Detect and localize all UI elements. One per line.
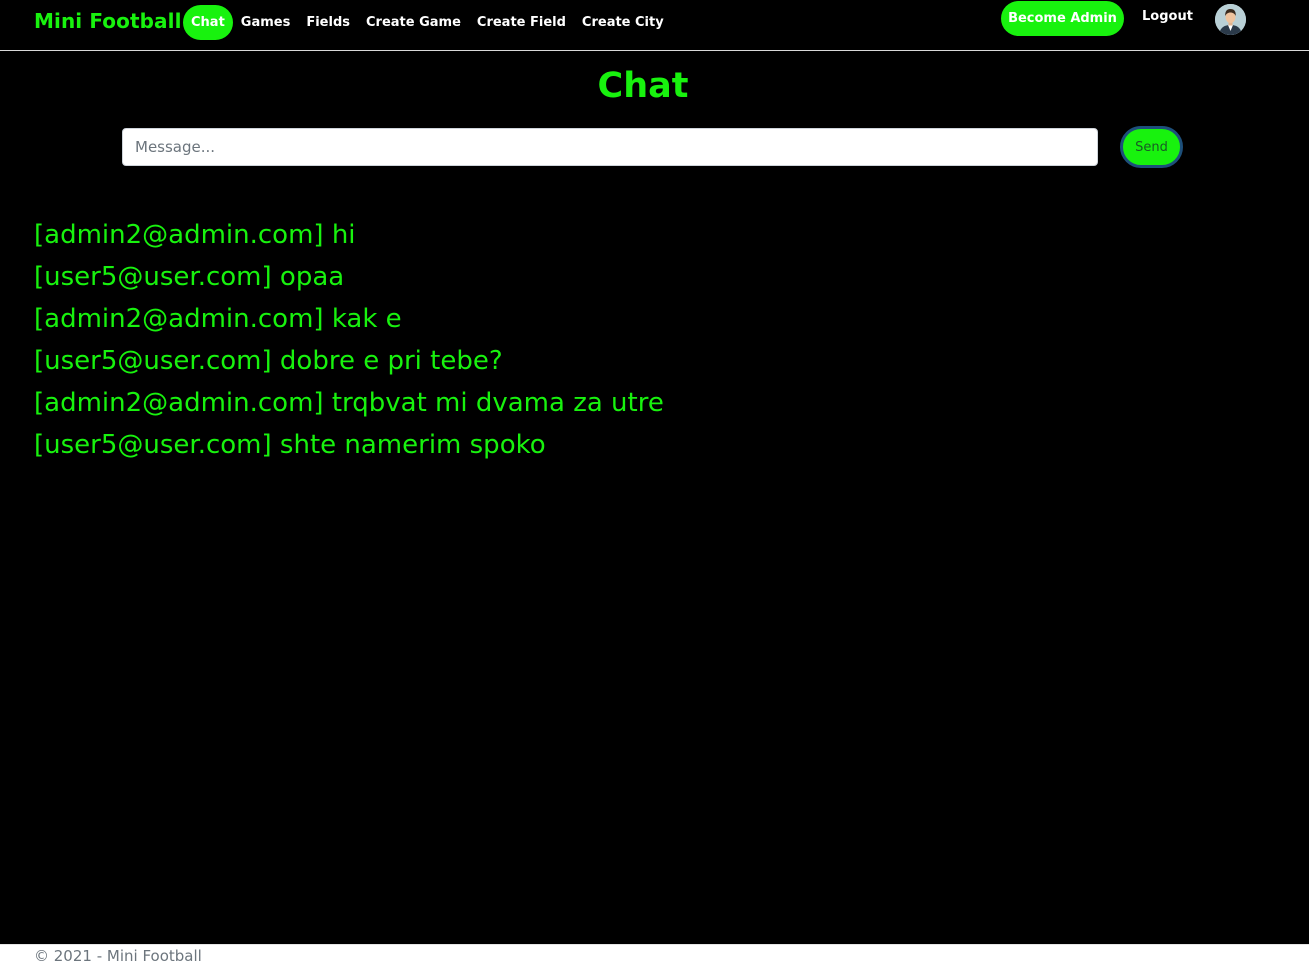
navbar: Mini Football Chat Games Fields Create G… [0, 0, 1309, 51]
chat-message: [user5@user.com] dobre e pri tebe? [34, 346, 503, 376]
chat-message: [user5@user.com] shte namerim spoko [34, 430, 546, 460]
chat-message: [admin2@admin.com] kak e [34, 304, 402, 334]
page-title: Chat [597, 66, 689, 106]
nav-link-chat[interactable]: Chat [183, 5, 233, 40]
message-input[interactable] [122, 128, 1098, 166]
brand-link[interactable]: Mini Football [34, 9, 182, 33]
become-admin-button[interactable]: Become Admin [1001, 1, 1124, 36]
chat-message: [user5@user.com] opaa [34, 262, 345, 292]
nav-link-fields[interactable]: Fields [298, 5, 358, 40]
nav-link-create-city[interactable]: Create City [574, 5, 672, 40]
user-avatar-icon[interactable] [1215, 4, 1246, 35]
nav-link-games[interactable]: Games [233, 5, 299, 40]
message-list: [admin2@admin.com] hi [user5@user.com] o… [34, 214, 664, 466]
footer: © 2021 - Mini Football [0, 944, 1309, 974]
nav-link-create-game[interactable]: Create Game [358, 5, 469, 40]
send-button[interactable]: Send [1120, 126, 1183, 168]
footer-copyright: © 2021 - Mini Football [34, 947, 202, 965]
nav-links: Chat Games Fields Create Game Create Fie… [183, 5, 672, 40]
logout-link[interactable]: Logout [1142, 9, 1193, 24]
chat-message: [admin2@admin.com] trqbvat mi dvama za u… [34, 388, 664, 418]
chat-message: [admin2@admin.com] hi [34, 220, 356, 250]
nav-link-create-field[interactable]: Create Field [469, 5, 574, 40]
